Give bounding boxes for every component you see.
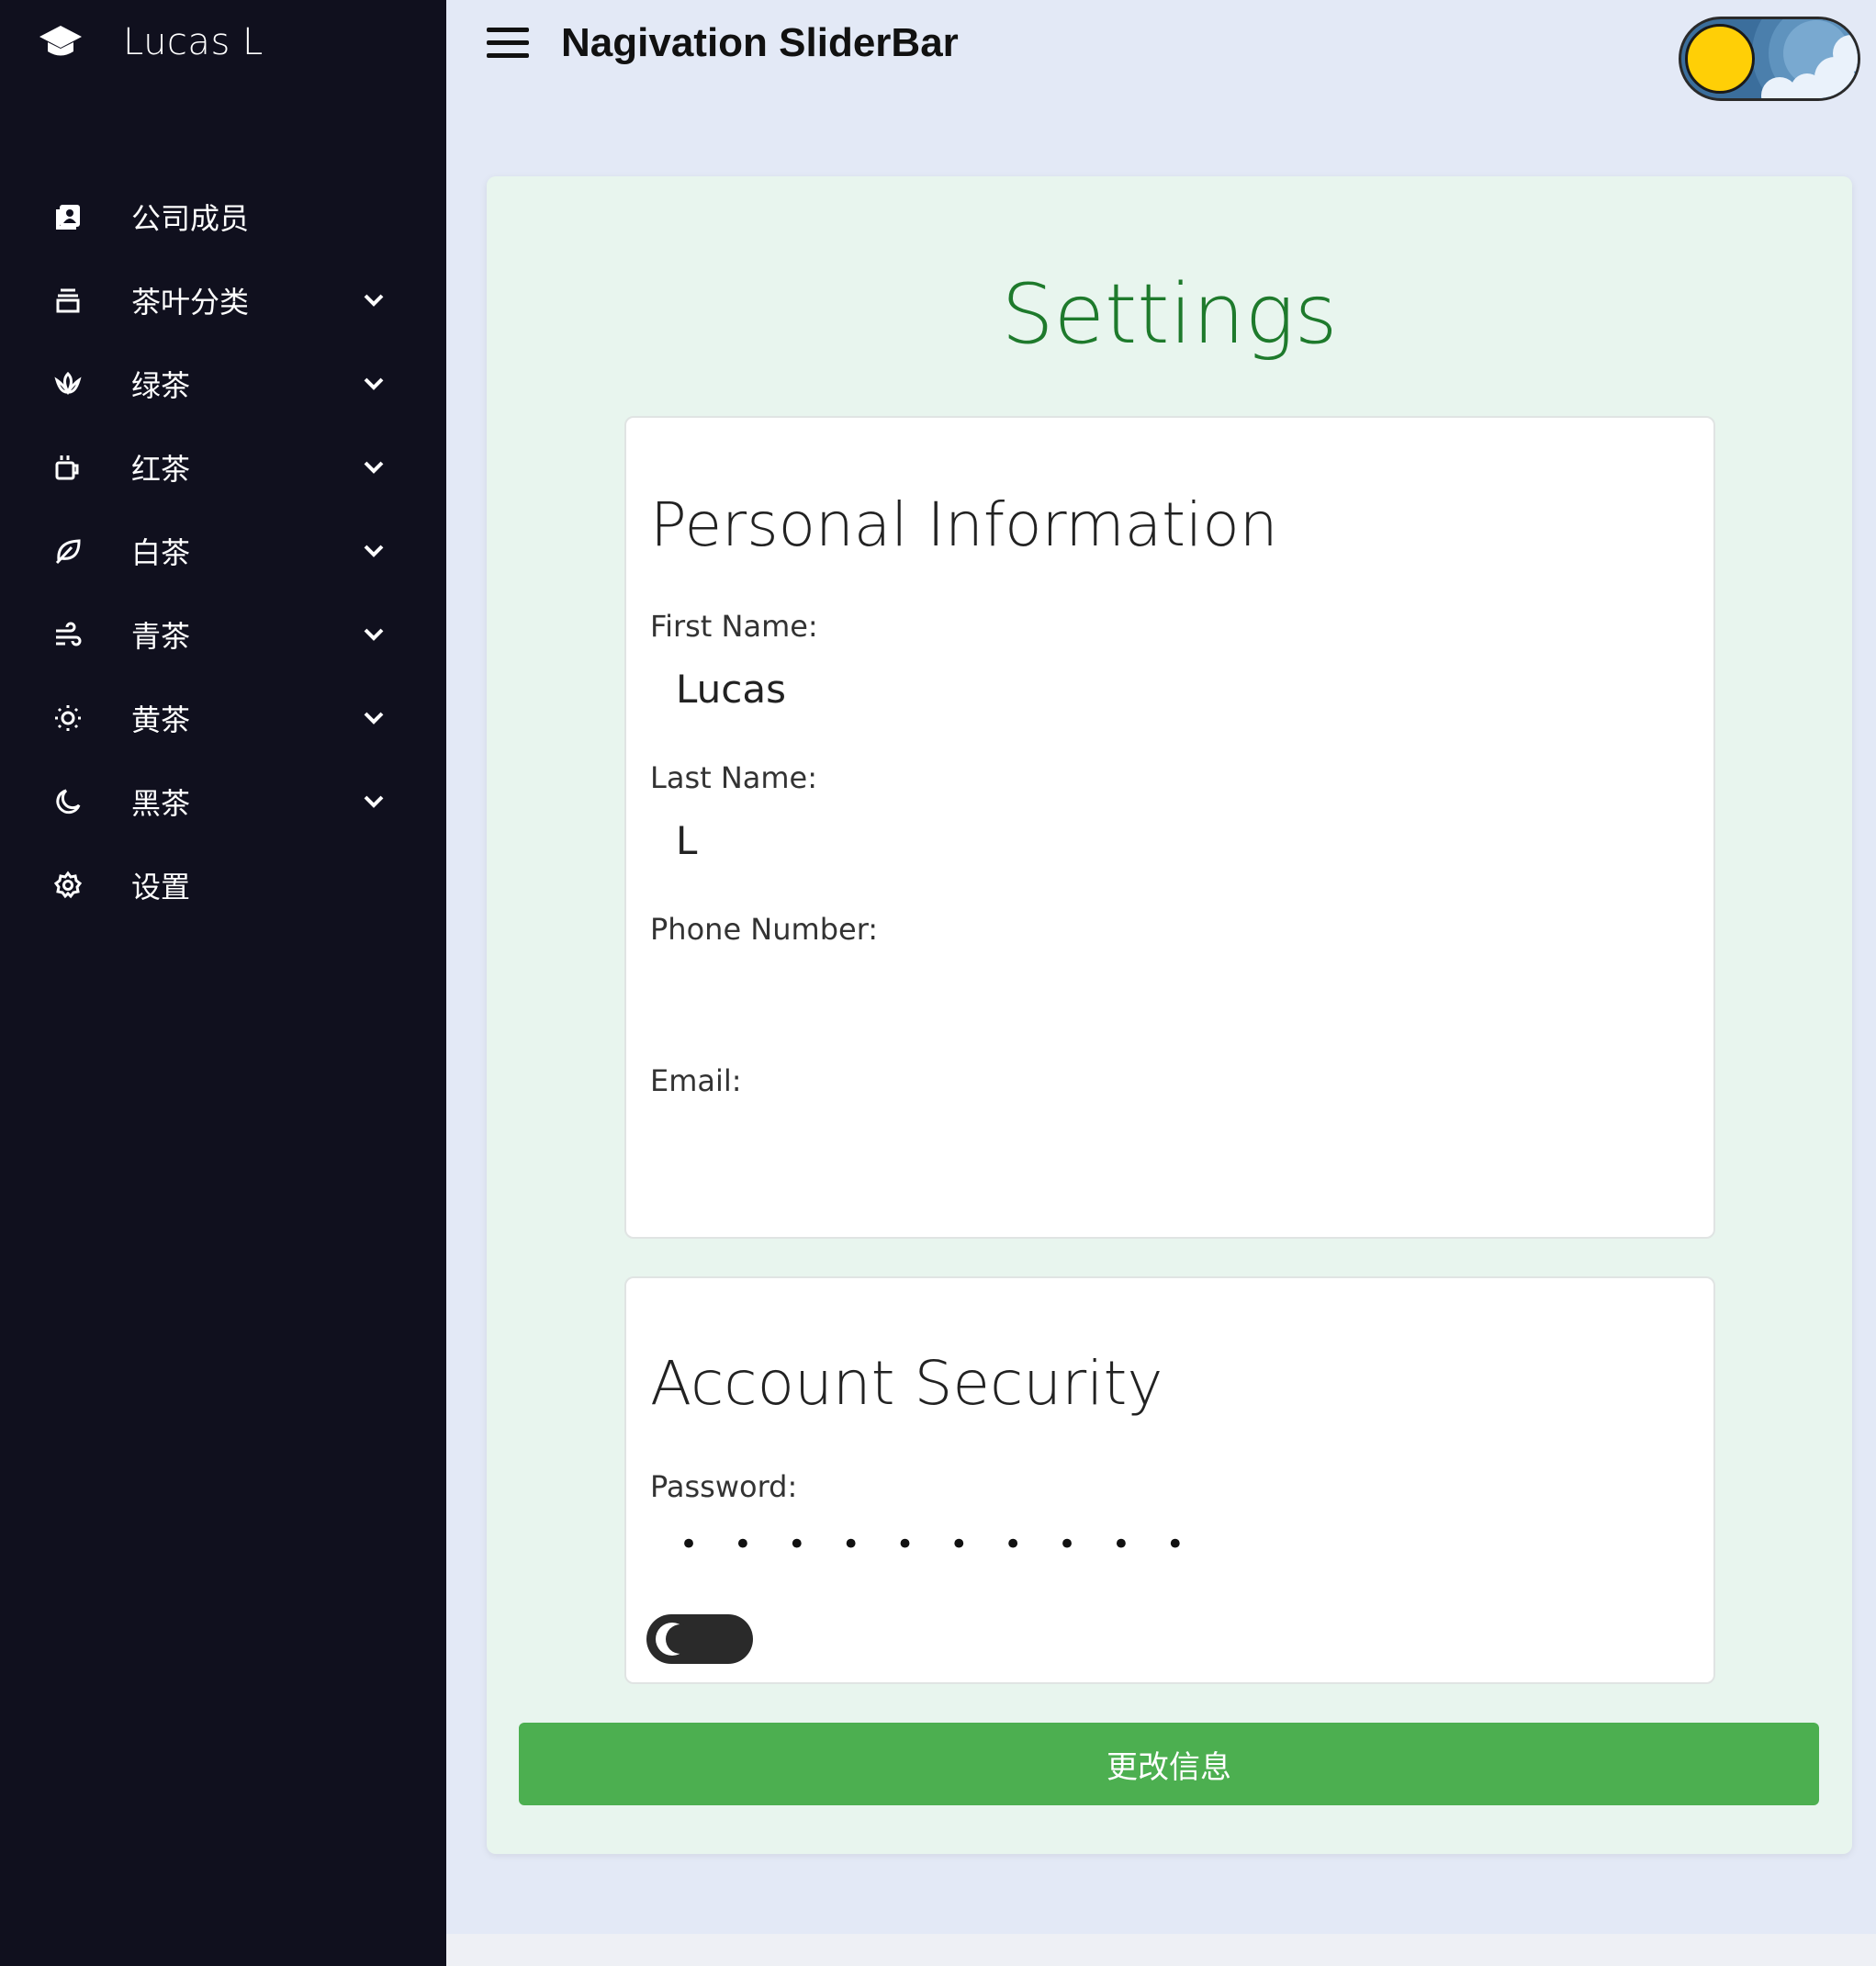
chevron-down-icon[interactable] <box>360 286 388 314</box>
password-visibility-toggle[interactable] <box>646 1614 753 1664</box>
sidebar: Lucas L 公司成员 茶叶分类 绿茶 红茶 白茶 青茶 黄茶 黑茶 设置 <box>0 0 446 1966</box>
page-title: Nagivation SliderBar <box>561 20 959 65</box>
phone-field[interactable] <box>648 961 1686 1022</box>
sidebar-item-green-tea[interactable]: 绿茶 <box>0 342 446 425</box>
chevron-down-icon[interactable] <box>360 370 388 398</box>
sidebar-item-oolong-tea[interactable]: 青茶 <box>0 592 446 676</box>
password-label: Password: <box>650 1469 798 1504</box>
theme-toggle[interactable] <box>1679 17 1860 101</box>
email-field[interactable] <box>648 1113 1686 1174</box>
archive-icon <box>51 284 84 317</box>
last-name-label: Last Name: <box>650 760 818 795</box>
sidebar-item-label: 黄茶 <box>131 702 191 737</box>
lotus-icon <box>51 367 84 400</box>
bottom-strip <box>446 1934 1876 1966</box>
update-info-button[interactable]: 更改信息 <box>519 1723 1819 1805</box>
sidebar-item-label: 黑茶 <box>131 785 191 821</box>
personal-info-card: Personal Information First Name: Last Na… <box>624 416 1715 1239</box>
account-security-card: Account Security Password: • • • • • • •… <box>624 1276 1715 1684</box>
sun-icon <box>51 702 84 735</box>
personal-info-heading: Personal Information <box>650 489 1278 560</box>
user-name: Lucas L <box>123 21 264 63</box>
sidebar-item-tea-category[interactable]: 茶叶分类 <box>0 258 446 342</box>
sidebar-item-members[interactable]: 公司成员 <box>0 174 446 258</box>
first-name-field[interactable] <box>648 658 1686 719</box>
sidebar-item-label: 绿茶 <box>131 367 191 403</box>
sidebar-item-dark-tea[interactable]: 黑茶 <box>0 759 446 843</box>
sidebar-item-label: 设置 <box>131 869 191 904</box>
chevron-down-icon[interactable] <box>360 621 388 648</box>
sidebar-item-white-tea[interactable]: 白茶 <box>0 509 446 592</box>
settings-panel: Settings Personal Information First Name… <box>487 176 1852 1854</box>
first-name-label: First Name: <box>650 609 818 644</box>
sidebar-item-label: 茶叶分类 <box>131 284 250 320</box>
gear-icon <box>51 869 84 902</box>
account-security-heading: Account Security <box>650 1348 1163 1419</box>
moon-icon <box>51 785 84 818</box>
chevron-down-icon[interactable] <box>360 788 388 815</box>
moon-icon <box>656 1623 695 1656</box>
sidebar-item-label: 红茶 <box>131 451 191 487</box>
settings-title: Settings <box>1001 266 1338 363</box>
last-name-field[interactable] <box>648 810 1686 871</box>
leaf-icon <box>51 534 84 567</box>
sidebar-item-label: 白茶 <box>131 534 191 570</box>
cup-icon <box>51 451 84 484</box>
email-label: Email: <box>650 1063 742 1098</box>
wind-icon <box>51 618 84 651</box>
sidebar-item-label: 公司成员 <box>131 200 250 236</box>
graduation-cap-icon <box>37 18 84 66</box>
chevron-down-icon[interactable] <box>360 454 388 481</box>
sidebar-item-label: 青茶 <box>131 618 191 654</box>
brand: Lucas L <box>37 18 264 66</box>
hamburger-menu-icon[interactable] <box>487 28 529 64</box>
password-field[interactable]: • • • • • • • • • • <box>680 1526 1197 1563</box>
phone-label: Phone Number: <box>650 912 879 947</box>
chevron-down-icon[interactable] <box>360 704 388 732</box>
sun-knob-icon <box>1685 24 1755 94</box>
sidebar-item-yellow-tea[interactable]: 黄茶 <box>0 676 446 759</box>
sidebar-item-black-tea[interactable]: 红茶 <box>0 425 446 509</box>
contacts-book-icon <box>51 200 84 233</box>
sidebar-item-settings[interactable]: 设置 <box>0 843 446 927</box>
sidebar-nav: 公司成员 茶叶分类 绿茶 红茶 白茶 青茶 黄茶 黑茶 设置 <box>0 174 446 927</box>
chevron-down-icon[interactable] <box>360 537 388 565</box>
